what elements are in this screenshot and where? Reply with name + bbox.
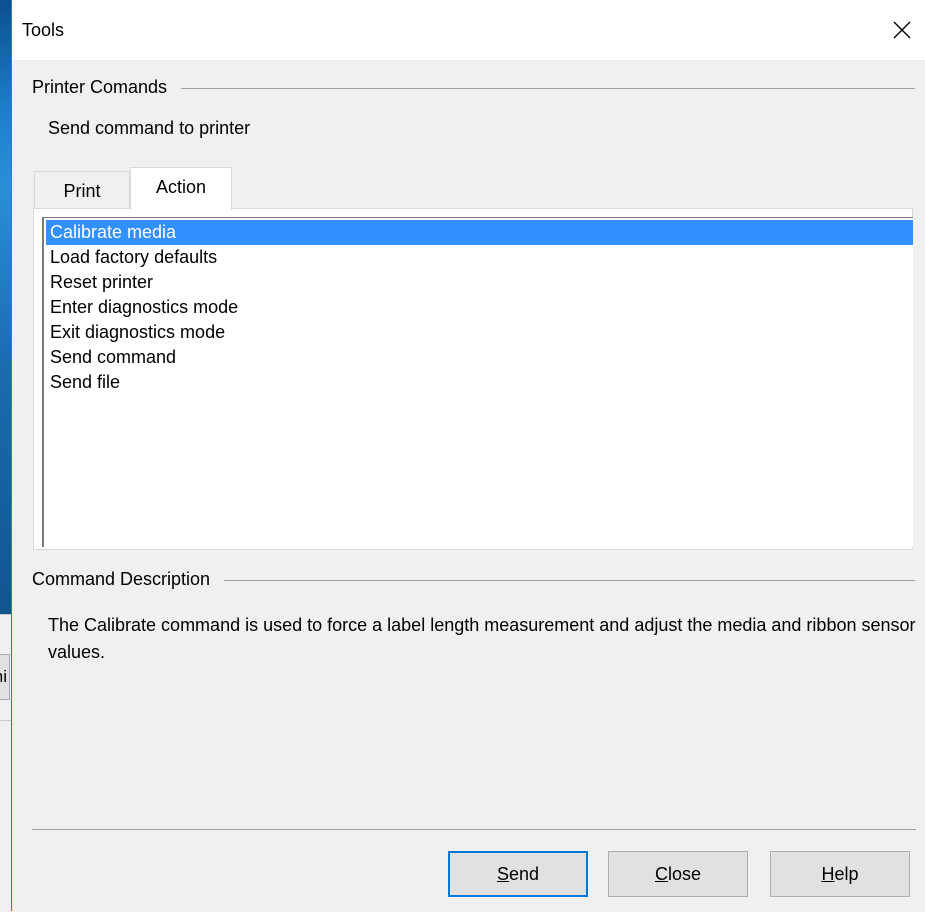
list-item-calibrate-media[interactable]: Calibrate media xyxy=(46,220,913,245)
action-list[interactable]: Calibrate media Load factory defaults Re… xyxy=(42,217,913,547)
action-tab-panel: Calibrate media Load factory defaults Re… xyxy=(33,208,913,550)
send-button[interactable]: Send xyxy=(448,851,588,897)
group-divider xyxy=(224,580,915,581)
list-item-load-factory-defaults[interactable]: Load factory defaults xyxy=(46,245,913,270)
command-description-text: The Calibrate command is used to force a… xyxy=(48,615,916,662)
printer-commands-label: Printer Comands xyxy=(32,77,168,97)
help-label-rest: elp xyxy=(834,864,859,884)
group-divider xyxy=(181,88,915,89)
send-accelerator: S xyxy=(496,864,509,884)
background-desktop xyxy=(0,0,11,614)
close-accelerator: C xyxy=(654,864,668,884)
dialog-title: Tools xyxy=(22,20,65,40)
help-accelerator: H xyxy=(821,864,835,884)
title-bar: Tools xyxy=(12,0,925,60)
list-item-send-command[interactable]: Send command xyxy=(46,345,913,370)
send-label-rest: end xyxy=(508,864,540,884)
list-item-exit-diagnostics-mode[interactable]: Exit diagnostics mode xyxy=(46,320,913,345)
printer-commands-group: Printer Comands xyxy=(32,77,915,98)
background-app: hi xyxy=(0,0,11,912)
command-description-label: Command Description xyxy=(32,569,211,589)
tools-dialog: Tools Printer Comands Send command to pr… xyxy=(11,0,925,911)
background-divider xyxy=(0,720,11,721)
command-description-group: Command Description xyxy=(32,569,915,590)
list-item-reset-printer[interactable]: Reset printer xyxy=(46,270,913,295)
background-button-label: hi xyxy=(0,667,7,686)
background-button[interactable]: hi xyxy=(0,654,10,700)
list-item-enter-diagnostics-mode[interactable]: Enter diagnostics mode xyxy=(46,295,913,320)
printer-commands-subtitle: Send command to printer xyxy=(48,118,251,138)
close-icon xyxy=(893,21,911,39)
list-item-send-file[interactable]: Send file xyxy=(46,370,913,395)
close-button[interactable]: Close xyxy=(608,851,748,897)
close-window-button[interactable] xyxy=(879,0,925,60)
tab-action[interactable]: Action xyxy=(130,167,232,210)
close-label-rest: lose xyxy=(667,864,702,884)
help-button[interactable]: Help xyxy=(770,851,910,897)
tab-print[interactable]: Print xyxy=(34,171,130,209)
footer-divider xyxy=(32,829,916,830)
